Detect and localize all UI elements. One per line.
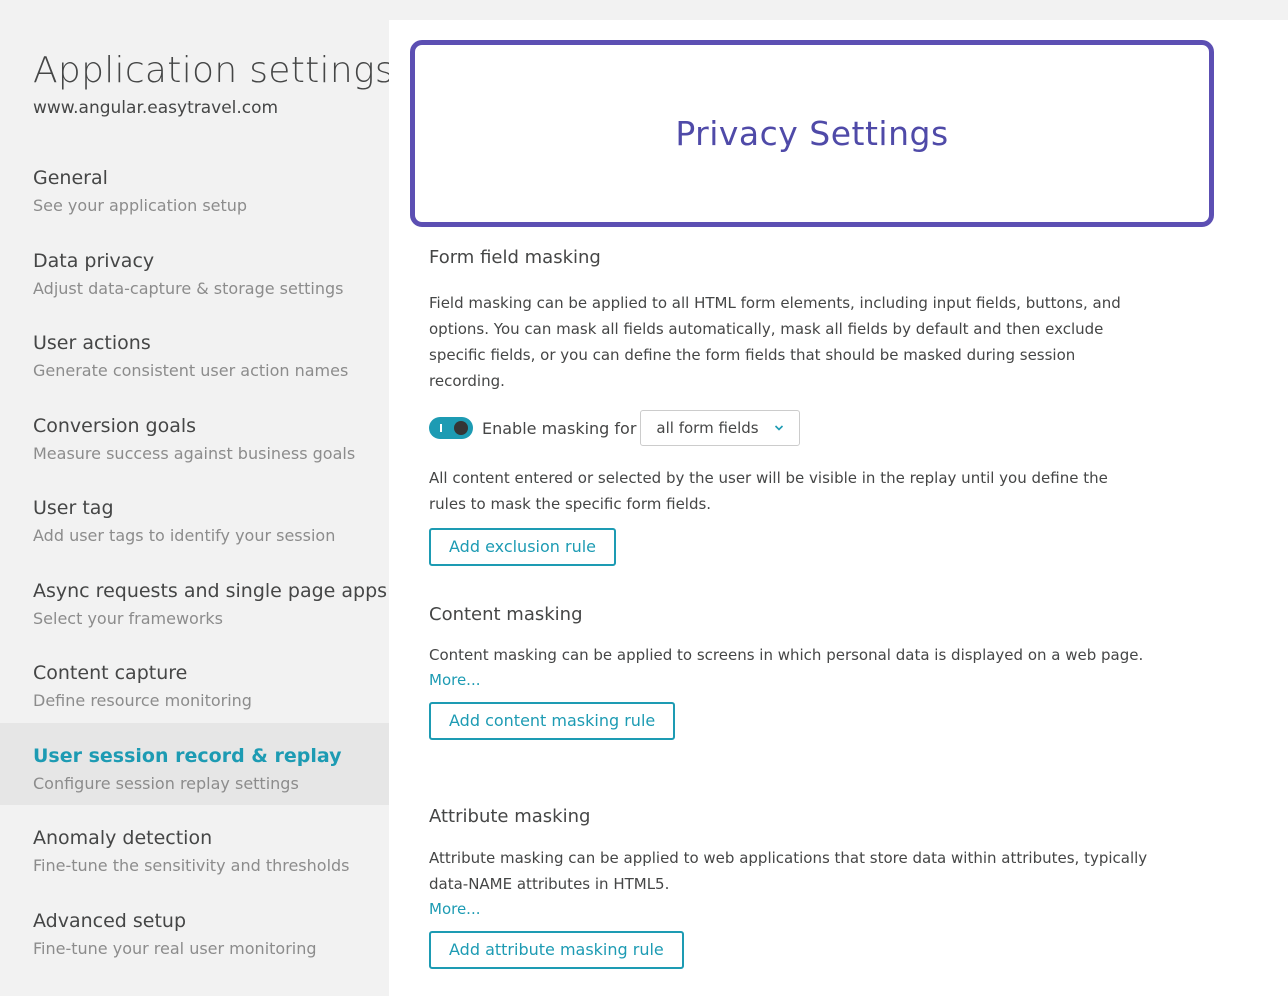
sidebar-item-conversion-goals[interactable]: Conversion goals Measure success against… (0, 393, 389, 476)
sidebar-item-subtitle: Fine-tune the sensitivity and thresholds (33, 856, 350, 875)
masking-toggle[interactable] (429, 417, 473, 439)
form-field-masking-section: Form field masking Field masking can be … (429, 245, 1149, 566)
main-content: Privacy Settings Form field masking Fiel… (389, 20, 1288, 996)
sidebar-title: Application settings (33, 50, 394, 91)
settings-nav: General See your application setup Data … (0, 145, 389, 970)
sidebar-item-session-replay[interactable]: User session record & replay Configure s… (0, 722, 389, 805)
section-description: Field masking can be applied to all HTML… (429, 294, 1121, 390)
sidebar-item-content-capture[interactable]: Content capture Define resource monitori… (0, 640, 389, 723)
sidebar-item-title: Data privacy (33, 249, 155, 272)
sidebar-item-advanced-setup[interactable]: Advanced setup Fine-tune your real user … (0, 888, 389, 971)
sidebar-item-subtitle: Define resource monitoring (33, 691, 252, 710)
content-masking-section: Content masking Content masking can be a… (429, 602, 1149, 740)
sidebar-item-user-actions[interactable]: User actions Generate consistent user ac… (0, 310, 389, 393)
add-attribute-masking-rule-button[interactable]: Add attribute masking rule (429, 931, 684, 969)
sidebar-item-title: User session record & replay (33, 744, 342, 767)
sidebar-item-anomaly-detection[interactable]: Anomaly detection Fine-tune the sensitiv… (0, 805, 389, 888)
add-content-masking-rule-button[interactable]: Add content masking rule (429, 702, 676, 740)
sidebar-item-title: Anomaly detection (33, 827, 213, 849)
sidebar-item-title: User tag (33, 497, 114, 519)
sidebar: Application settings www.angular.easytra… (0, 0, 394, 996)
select-value: all form fields (656, 419, 759, 437)
masking-toggle-row: Enable masking for all form fields (429, 409, 1149, 447)
callout-title: Privacy Settings (675, 114, 949, 153)
sidebar-item-subtitle: Fine-tune your real user monitoring (33, 938, 317, 958)
sidebar-item-general[interactable]: General See your application setup (0, 145, 389, 228)
page: Application settings www.angular.easytra… (0, 0, 1288, 996)
section-description: Attribute masking can be applied to web … (429, 849, 1148, 893)
attribute-masking-more-link[interactable]: More... (429, 897, 481, 921)
sidebar-item-subtitle: Add user tags to identify your session (33, 526, 336, 545)
application-url: www.angular.easytravel.com (33, 98, 279, 118)
sidebar-item-user-tag[interactable]: User tag Add user tags to identify your … (0, 475, 389, 558)
toggle-on-icon (440, 424, 442, 432)
sidebar-item-title: Advanced setup (33, 909, 187, 932)
add-exclusion-rule-button[interactable]: Add exclusion rule (429, 528, 616, 566)
sidebar-item-subtitle: Select your frameworks (33, 608, 224, 628)
sidebar-item-subtitle: See your application setup (33, 196, 248, 215)
sidebar-item-title: Async requests and single page apps (33, 579, 388, 602)
sidebar-item-subtitle: Generate consistent user action names (33, 361, 349, 380)
content-masking-more-link[interactable]: More... (429, 668, 481, 692)
section-title: Attribute masking (429, 806, 591, 827)
chevron-down-icon (774, 425, 783, 431)
sidebar-item-title: User actions (33, 332, 151, 354)
toggle-label: Enable masking for (482, 418, 637, 438)
section-description: Content masking can be applied to screen… (429, 646, 1144, 664)
sidebar-item-subtitle: Configure session replay settings (33, 773, 299, 793)
section-title: Form field masking (429, 247, 601, 268)
sidebar-item-title: Conversion goals (33, 414, 197, 437)
masking-scope-select[interactable]: all form fields (640, 410, 800, 446)
sidebar-item-data-privacy[interactable]: Data privacy Adjust data-capture & stora… (0, 228, 389, 311)
sidebar-item-title: General (33, 167, 108, 189)
sidebar-item-title: Content capture (33, 662, 188, 684)
masking-note: All content entered or selected by the u… (429, 469, 1108, 513)
attribute-masking-section: Attribute masking Attribute masking can … (429, 804, 1149, 969)
sidebar-item-subtitle: Measure success against business goals (33, 443, 356, 463)
sidebar-item-async-requests[interactable]: Async requests and single page apps Sele… (0, 558, 389, 641)
toggle-knob (454, 421, 468, 435)
privacy-settings-callout: Privacy Settings (410, 40, 1214, 227)
sidebar-item-subtitle: Adjust data-capture & storage settings (33, 278, 344, 298)
section-title: Content masking (429, 604, 583, 625)
